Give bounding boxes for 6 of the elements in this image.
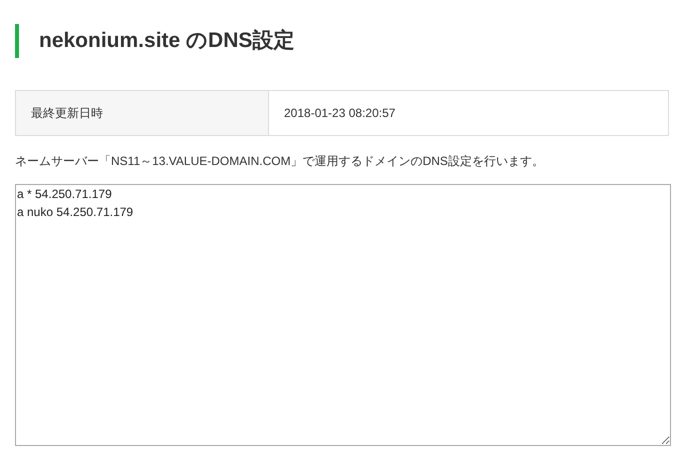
dns-records-textarea[interactable]: a * 54.250.71.179 a nuko 54.250.71.179 xyxy=(15,184,671,446)
description-text: ネームサーバー「NS11～13.VALUE-DOMAIN.COM」で運用するドメインのDNS設定を行います。 xyxy=(15,153,545,170)
table-header-cell: 最終更新日時 xyxy=(16,90,268,136)
table-cell: 2018-01-23 08:20:57 xyxy=(268,90,668,136)
heading-accent-bar xyxy=(15,24,19,58)
page-heading: nekonium.site のDNS設定 xyxy=(39,28,294,54)
